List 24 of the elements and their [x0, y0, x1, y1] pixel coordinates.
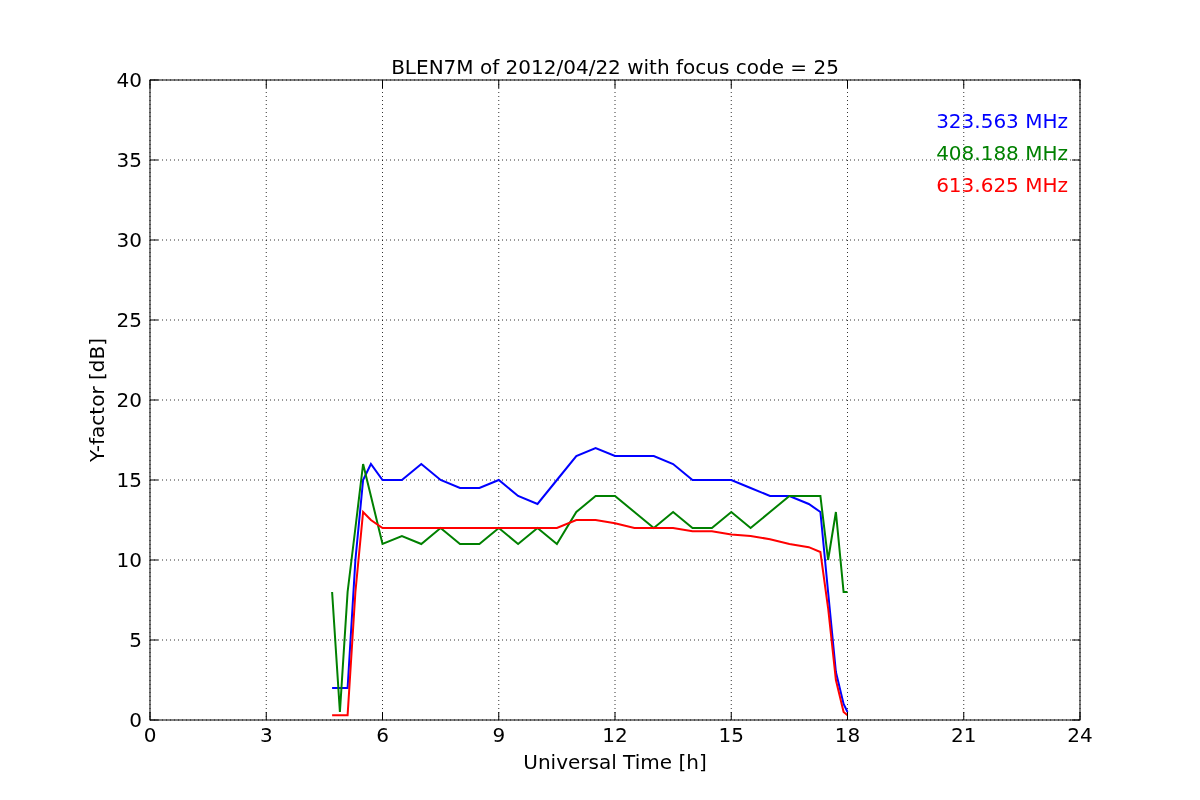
tick-label: 10: [116, 548, 142, 572]
axis-title: Y-factor [dB]: [85, 338, 109, 462]
tick-label: 12: [602, 723, 628, 747]
tick-label: 15: [718, 723, 744, 747]
tick-label: 9: [492, 723, 506, 747]
legend-label: 613.625 MHz: [936, 173, 1068, 197]
tick-label: 40: [116, 68, 142, 92]
tick-label: 20: [116, 388, 142, 412]
tick-label: 18: [834, 723, 861, 747]
chart-title: BLEN7M of 2012/04/22 with focus code = 25: [391, 55, 839, 79]
tick-label: 25: [116, 308, 142, 332]
tick-label: 15: [116, 468, 142, 492]
tick-label: 30: [116, 228, 142, 252]
tick-label: 0: [129, 708, 142, 732]
tick-label: 3: [259, 723, 273, 747]
tick-label: 6: [376, 723, 389, 747]
tick-label: 21: [951, 723, 977, 747]
tick-label: 0: [143, 723, 157, 747]
tick-label: 24: [1067, 723, 1093, 747]
tick-label: 5: [129, 628, 142, 652]
legend-label: 408.188 MHz: [936, 141, 1068, 165]
legend-label: 323.563 MHz: [936, 109, 1068, 133]
tick-label: 35: [116, 148, 142, 172]
axis-title: Universal Time [h]: [523, 750, 707, 774]
